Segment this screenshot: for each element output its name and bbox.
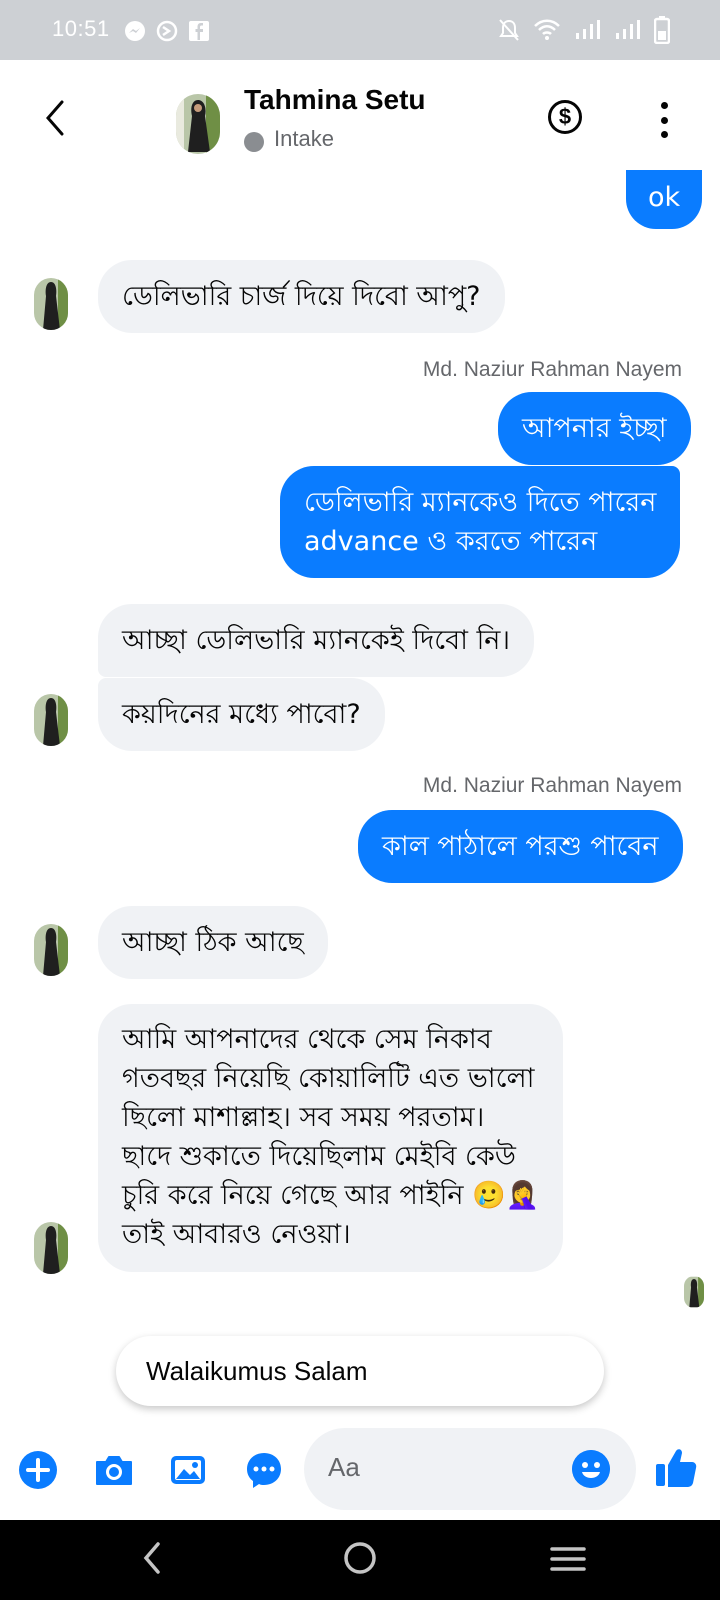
sender-name: Md. Naziur Rahman Nayem <box>422 774 682 797</box>
message-bubble-incoming[interactable]: ডেলিভারি চার্জ দিয়ে দিবো আপু? <box>98 260 505 333</box>
avatar <box>34 694 68 746</box>
wifi-icon <box>534 19 560 40</box>
message-input-placeholder: Aa <box>328 1452 360 1482</box>
message-bubble-outgoing[interactable]: ডেলিভারি ম্যানকেও দিতে পারেন advance ও ক… <box>280 466 681 578</box>
signal-icon <box>616 20 640 39</box>
more-vertical-icon[interactable] <box>656 102 672 138</box>
status-left-icons <box>124 20 210 42</box>
sender-name: Md. Naziur Rahman Nayem <box>422 358 682 381</box>
camera-icon[interactable] <box>94 1450 134 1490</box>
avatar <box>34 278 68 330</box>
status-bar: 10:51 <box>0 0 720 60</box>
home-icon[interactable] <box>342 1540 378 1576</box>
battery-icon <box>654 16 670 44</box>
suggested-reply-chip[interactable]: Walaikumus Salam <box>116 1336 604 1406</box>
recents-icon[interactable] <box>550 1546 586 1572</box>
messenger-icon <box>125 21 145 41</box>
contact-name[interactable]: Tahmina Setu <box>244 84 426 116</box>
chevron-left-icon[interactable] <box>40 96 72 140</box>
avatar[interactable] <box>176 94 220 154</box>
message-bubble-outgoing[interactable]: কাল পাঠালে পরশু পাবেন <box>358 810 683 883</box>
mute-icon <box>499 19 519 41</box>
chat-bubble-icon[interactable] <box>244 1450 284 1490</box>
message-bubble-incoming[interactable]: আচ্ছা ঠিক আছে <box>98 906 328 979</box>
back-icon[interactable] <box>140 1540 164 1576</box>
system-nav-bar <box>0 1520 720 1600</box>
message-bubble-incoming[interactable]: কয়দিনের মধ্যে পাবো? <box>98 678 385 751</box>
avatar <box>34 1222 68 1274</box>
signal-icon <box>576 20 600 39</box>
message-bubble-incoming[interactable]: আচ্ছা ডেলিভারি ম্যানকেই দিবো নি। <box>98 604 535 677</box>
avatar <box>34 924 68 976</box>
thumbs-up-icon[interactable] <box>654 1446 698 1490</box>
message-bubble-incoming[interactable]: আমি আপনাদের থেকে সেম নিকাব গতবছর নিয়েছি… <box>98 1004 564 1272</box>
plus-icon[interactable] <box>18 1450 58 1490</box>
status-time: 10:51 <box>52 16 110 41</box>
messenger-outline-icon <box>156 20 178 42</box>
payment-button[interactable]: $ <box>548 100 582 134</box>
status-right-icons <box>498 16 670 44</box>
conversation-header: Tahmina Setu Intake $ <box>0 60 720 180</box>
message-input[interactable]: Aa <box>304 1428 636 1510</box>
gallery-icon[interactable] <box>168 1450 208 1490</box>
message-bubble-outgoing[interactable]: আপনার ইচ্ছা <box>498 392 691 465</box>
read-receipt-avatar <box>684 1276 704 1308</box>
contact-status: Intake <box>274 126 334 151</box>
status-dot <box>244 132 264 152</box>
message-bubble-outgoing[interactable]: ok <box>626 170 703 229</box>
facebook-icon <box>189 21 209 41</box>
smiley-icon[interactable] <box>572 1450 610 1488</box>
message-composer: Aa <box>0 1424 720 1520</box>
